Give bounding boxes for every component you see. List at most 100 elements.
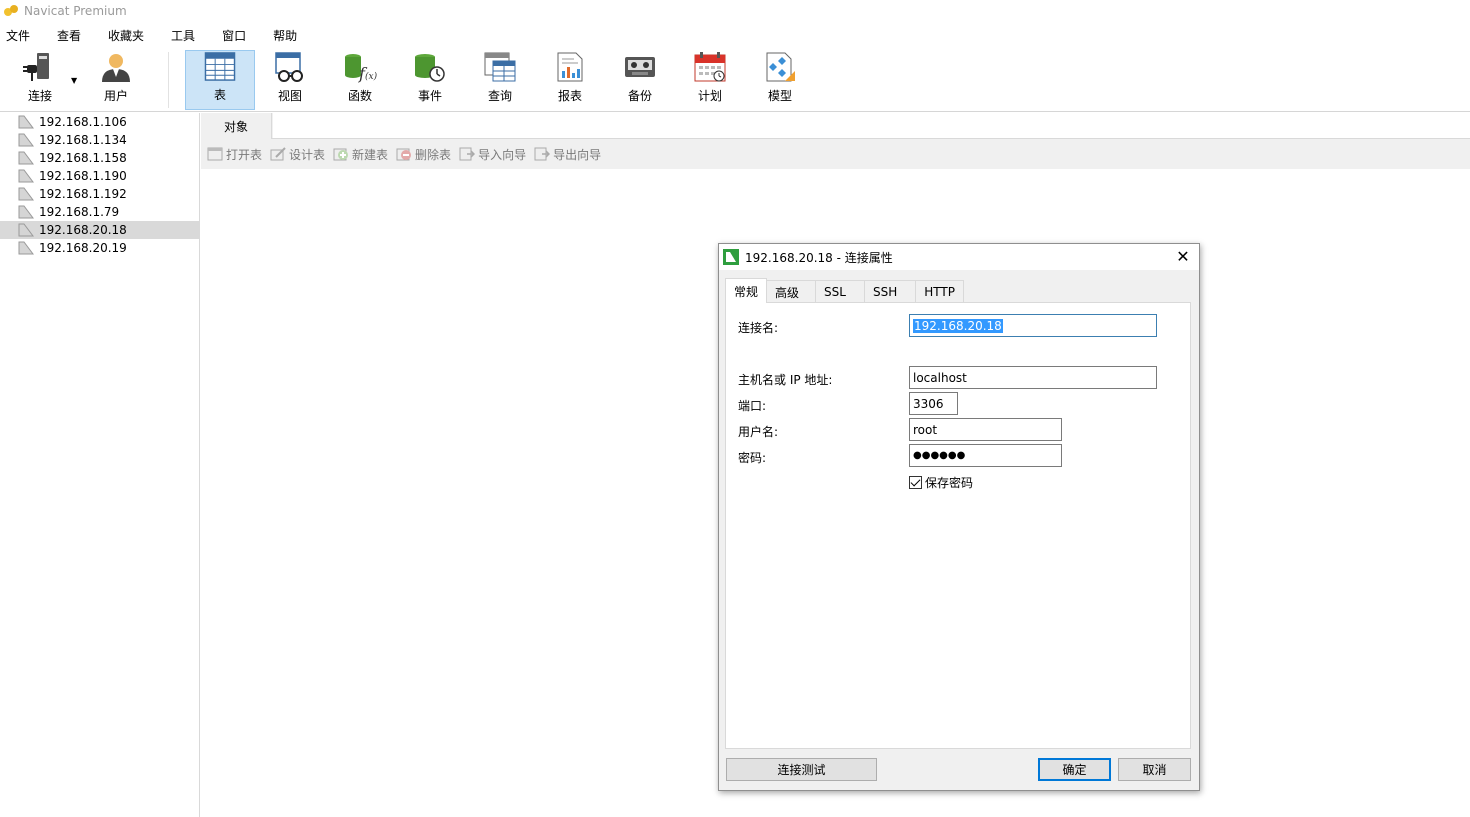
- tab-strip: 对象: [201, 113, 1470, 139]
- host-value: localhost: [913, 370, 967, 385]
- main-toolbar: 连接 ▼ 用户 表 视图 f (x) 函数 事件 查询 报表 备份 计划 模型: [0, 48, 1470, 112]
- mysql-connection-icon: [18, 133, 34, 147]
- delete-table-button[interactable]: 删除表: [396, 146, 451, 163]
- connect-button[interactable]: 连接: [5, 50, 75, 110]
- save-password-checkbox[interactable]: [909, 476, 922, 489]
- schedule-button[interactable]: 计划: [675, 50, 745, 110]
- menu-window[interactable]: 窗口: [218, 27, 250, 44]
- connect-label: 连接: [27, 89, 52, 103]
- design-table-label: 设计表: [289, 147, 326, 162]
- export-icon: [534, 147, 551, 161]
- plug-icon: [23, 53, 49, 81]
- event-button[interactable]: 事件: [395, 50, 465, 110]
- open-table-button[interactable]: 打开表: [207, 146, 262, 163]
- view-glasses-icon: [275, 52, 303, 82]
- open-table-icon: [207, 147, 223, 161]
- port-label: 端口:: [738, 399, 767, 413]
- function-button[interactable]: f (x) 函数: [325, 50, 395, 110]
- table-button[interactable]: 表: [185, 50, 255, 110]
- delete-table-icon: [396, 148, 412, 161]
- design-table-icon: [270, 147, 286, 161]
- user-label: 用户: [103, 89, 128, 103]
- export-wizard-button[interactable]: 导出向导: [534, 146, 601, 163]
- connection-label: 192.168.1.190: [39, 169, 127, 183]
- connection-item[interactable]: 192.168.1.79: [0, 203, 199, 221]
- window-title: Navicat Premium: [24, 4, 127, 18]
- menu-bar: 文件 查看 收藏夹 工具 窗口 帮助: [0, 24, 1470, 46]
- new-table-button[interactable]: 新建表: [333, 146, 388, 163]
- dialog-title: 192.168.20.18 - 连接属性: [745, 250, 893, 265]
- tab-ssh[interactable]: SSH: [863, 280, 917, 303]
- tab-http[interactable]: HTTP: [915, 280, 964, 303]
- tab-general[interactable]: 常规: [725, 278, 768, 303]
- function-label: 函数: [347, 89, 372, 103]
- password-input[interactable]: ●●●●●●: [909, 444, 1062, 467]
- mysql-connection-icon: [18, 223, 34, 237]
- import-wizard-label: 导入向导: [478, 147, 527, 162]
- connection-label: 192.168.1.106: [39, 115, 127, 129]
- close-icon[interactable]: ✕: [1175, 248, 1191, 266]
- connection-item-selected[interactable]: 192.168.20.18: [0, 221, 199, 239]
- mysql-connection-icon: [723, 249, 739, 265]
- cancel-button[interactable]: 取消: [1118, 758, 1191, 781]
- host-label: 主机名或 IP 地址:: [738, 373, 833, 387]
- tab-ssl[interactable]: SSL: [815, 280, 865, 303]
- user-icon: [102, 54, 130, 82]
- host-input[interactable]: localhost: [909, 366, 1157, 389]
- connection-item[interactable]: 192.168.20.19: [0, 239, 199, 257]
- test-connection-button[interactable]: 连接测试: [726, 758, 877, 781]
- tab-strip-fill: [273, 113, 1470, 139]
- mysql-connection-icon: [18, 241, 34, 255]
- connection-name-label: 连接名:: [738, 321, 779, 335]
- dialog-tabs: 常规 高级 SSL SSH HTTP: [725, 278, 964, 303]
- user-button[interactable]: 用户: [81, 50, 151, 110]
- dialog-title-bar: 192.168.20.18 - 连接属性 ✕: [719, 244, 1199, 270]
- report-button[interactable]: 报表: [535, 50, 605, 110]
- tab-objects-label: 对象: [223, 119, 248, 134]
- connection-label: 192.168.1.134: [39, 133, 127, 147]
- query-label: 查询: [487, 89, 512, 103]
- query-button[interactable]: 查询: [465, 50, 535, 110]
- table-icon: [204, 52, 236, 81]
- connection-item[interactable]: 192.168.1.158: [0, 149, 199, 167]
- tab-objects[interactable]: 对象: [201, 113, 272, 139]
- mysql-connection-icon: [18, 205, 34, 219]
- report-icon: [557, 52, 583, 82]
- function-icon: f (x): [345, 54, 377, 83]
- save-password-checkbox-row[interactable]: 保存密码: [909, 474, 973, 491]
- calendar-icon: [694, 52, 726, 82]
- connection-label: 192.168.1.158: [39, 151, 127, 165]
- connection-label: 192.168.20.18: [39, 223, 127, 237]
- connection-properties-dialog: 192.168.20.18 - 连接属性 ✕ 常规 高级 SSL SSH HTT…: [718, 243, 1200, 791]
- menu-favorites[interactable]: 收藏夹: [104, 27, 148, 44]
- connection-item[interactable]: 192.168.1.190: [0, 167, 199, 185]
- connect-dropdown-icon[interactable]: ▼: [71, 76, 77, 85]
- new-table-label: 新建表: [352, 147, 389, 162]
- event-label: 事件: [417, 89, 442, 103]
- menu-tools[interactable]: 工具: [167, 27, 199, 44]
- connection-label: 192.168.1.192: [39, 187, 127, 201]
- menu-file[interactable]: 文件: [2, 27, 34, 44]
- schedule-label: 计划: [697, 89, 722, 103]
- export-wizard-label: 导出向导: [553, 147, 602, 162]
- connections-sidebar: 192.168.1.106 192.168.1.134 192.168.1.15…: [0, 113, 200, 817]
- backup-label: 备份: [627, 89, 652, 103]
- ok-button[interactable]: 确定: [1038, 758, 1111, 781]
- username-input[interactable]: root: [909, 418, 1062, 441]
- svg-text:(x): (x): [365, 71, 377, 82]
- menu-help[interactable]: 帮助: [269, 27, 301, 44]
- menu-view[interactable]: 查看: [53, 27, 85, 44]
- backup-button[interactable]: 备份: [605, 50, 675, 110]
- username-label: 用户名:: [738, 425, 779, 439]
- tab-advanced[interactable]: 高级: [766, 280, 817, 303]
- connection-item[interactable]: 192.168.1.192: [0, 185, 199, 203]
- connection-item[interactable]: 192.168.1.134: [0, 131, 199, 149]
- port-input[interactable]: 3306: [909, 392, 958, 415]
- connection-item[interactable]: 192.168.1.106: [0, 113, 199, 131]
- model-button[interactable]: 模型: [745, 50, 815, 110]
- backup-tape-icon: [625, 57, 655, 77]
- connection-name-input[interactable]: 192.168.20.18: [909, 314, 1157, 337]
- import-wizard-button[interactable]: 导入向导: [459, 146, 526, 163]
- view-button[interactable]: 视图: [255, 50, 325, 110]
- design-table-button[interactable]: 设计表: [270, 146, 325, 163]
